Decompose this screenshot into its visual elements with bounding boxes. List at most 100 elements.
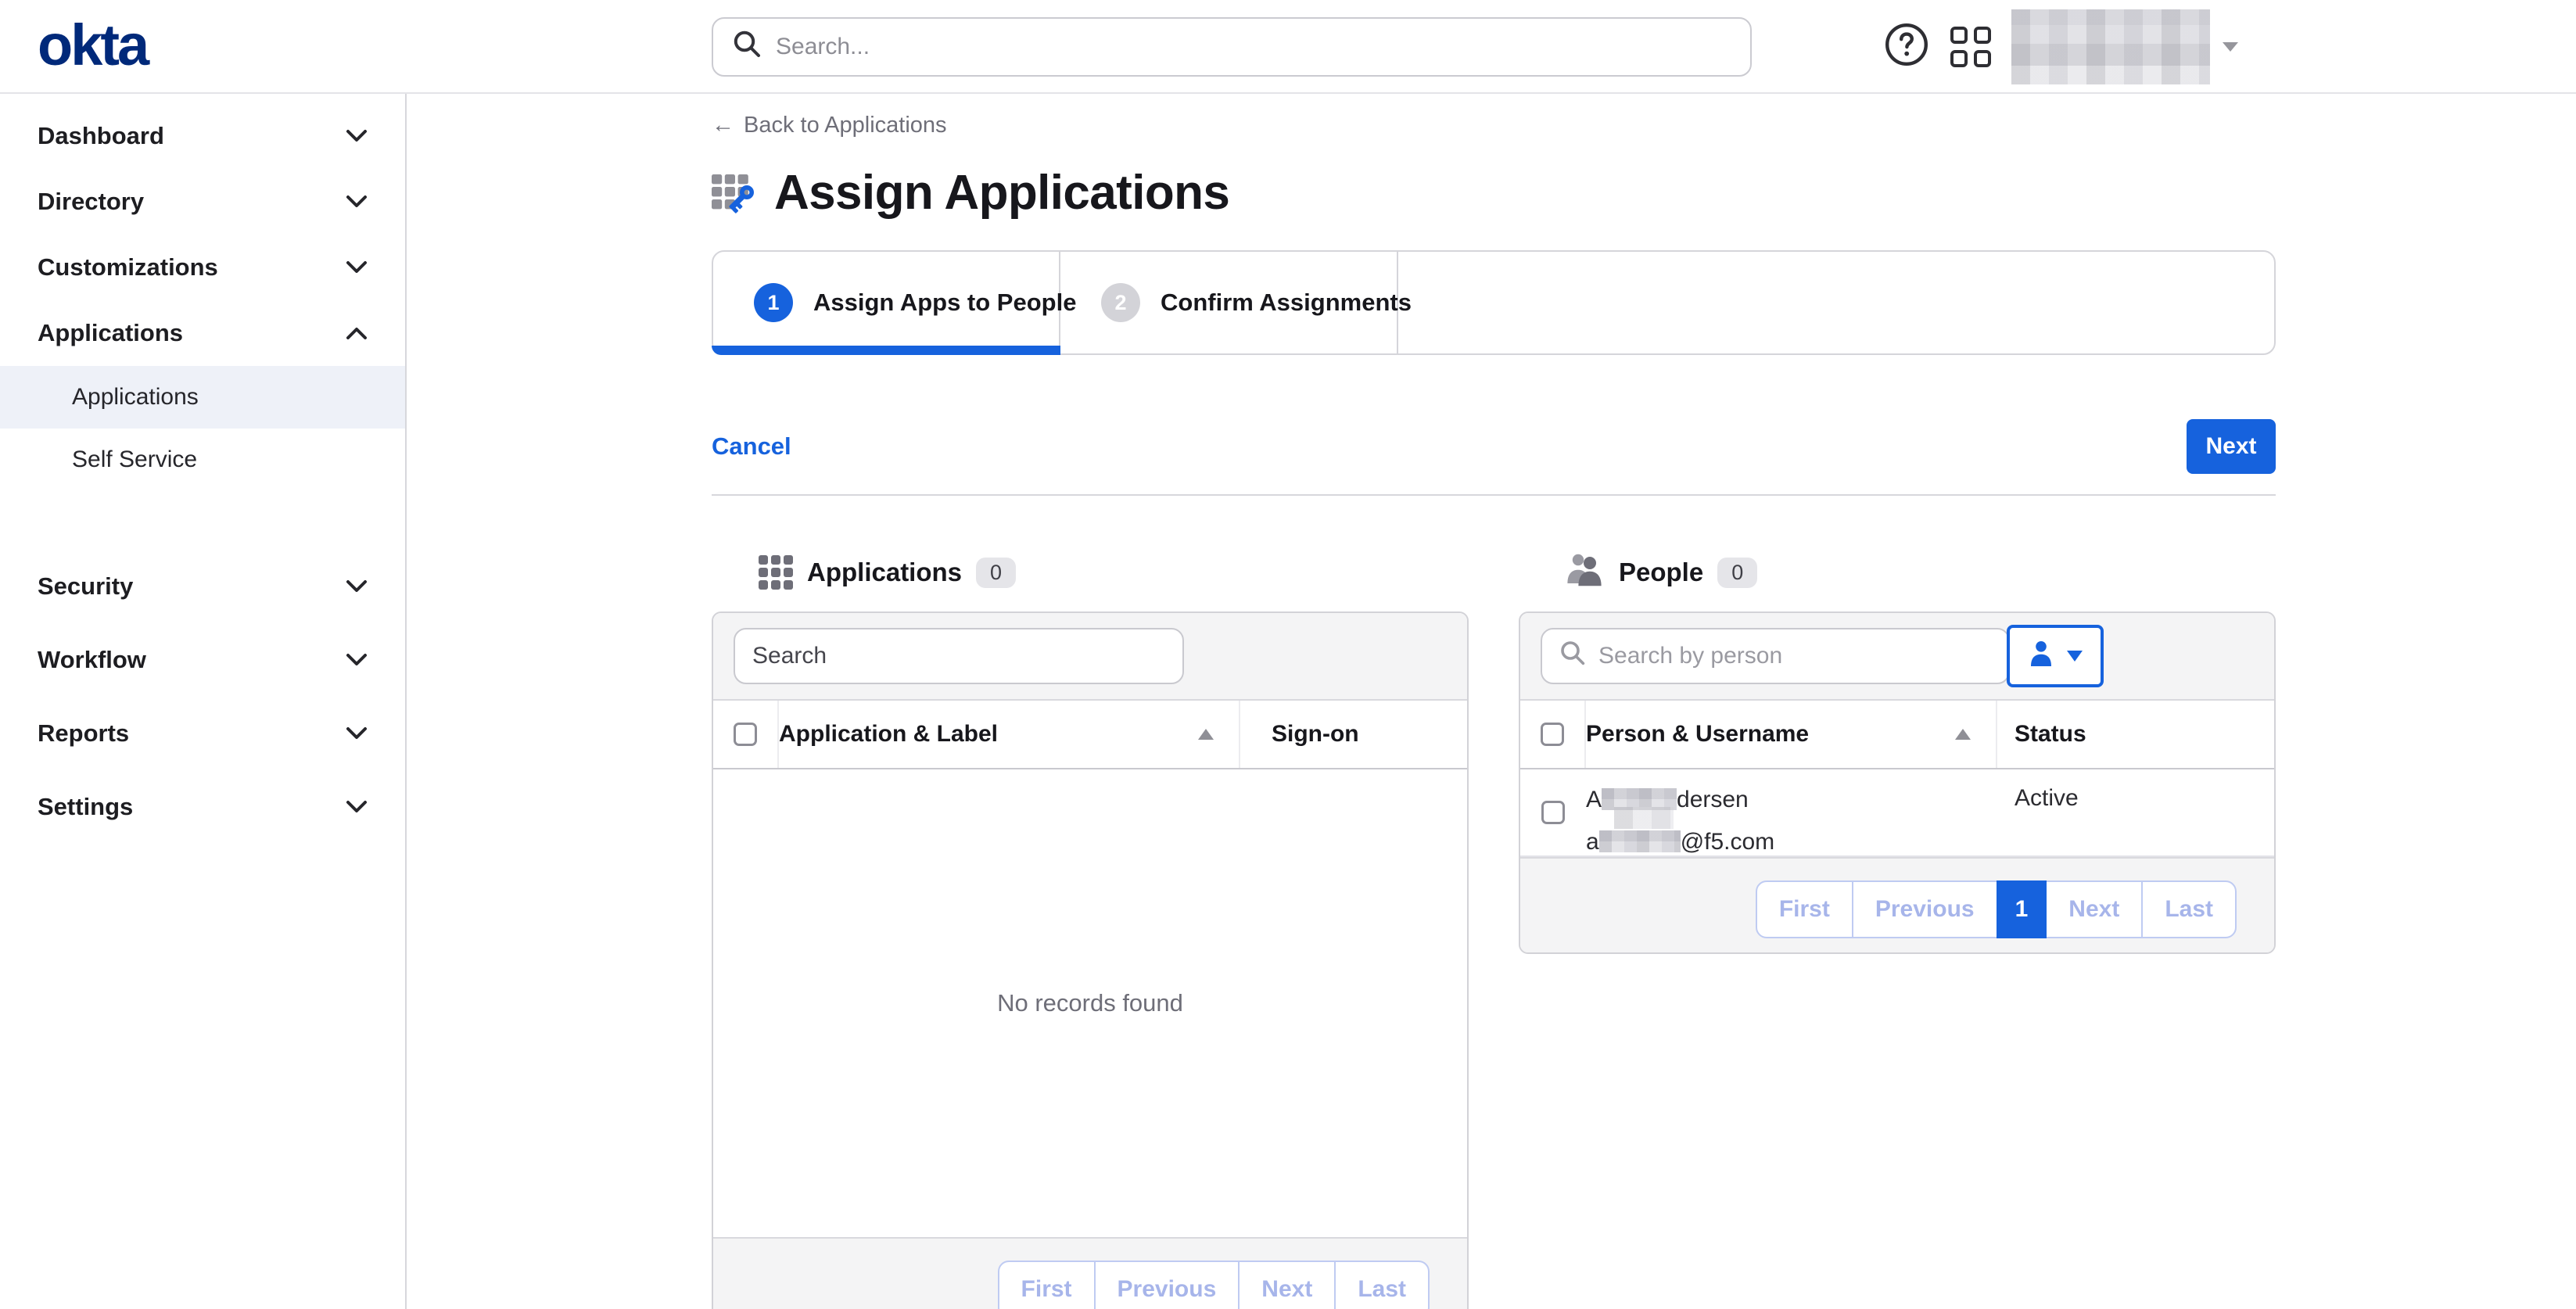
people-search (1541, 628, 2010, 684)
people-panel-header (1520, 613, 2274, 701)
page-title: Assign Applications (774, 165, 1229, 221)
sidebar-subitem-self-service[interactable]: Self Service (0, 429, 405, 491)
sidebar-item-label: Applications (38, 319, 183, 347)
pagination-previous-button[interactable]: Previous (1852, 880, 1998, 938)
pagination-last-button[interactable]: Last (1334, 1261, 1430, 1309)
user-menu-redacted-name[interactable] (2011, 9, 2210, 84)
people-pagination: First Previous 1 Next Last (1756, 880, 2237, 938)
column-sign-on: Sign-on (1240, 701, 1467, 768)
applications-search-input[interactable] (752, 643, 1165, 669)
sidebar-group-gap (0, 491, 405, 554)
app-switcher-button[interactable] (1947, 23, 1994, 70)
step-number-badge: 1 (754, 283, 793, 322)
sidebar-item-customizations[interactable]: Customizations (0, 235, 405, 300)
pagination-last-button[interactable]: Last (2141, 880, 2237, 938)
column-person-username[interactable]: Person & Username (1586, 701, 1997, 768)
search-icon (1559, 640, 1586, 672)
people-column: People 0 (1519, 554, 2276, 1309)
apps-grid-icon (1950, 27, 1991, 67)
applications-count-badge: 0 (976, 558, 1016, 588)
pagination-next-button[interactable]: Next (1238, 1261, 1336, 1309)
pagination-first-button[interactable]: First (1756, 880, 1853, 938)
step-number-badge: 2 (1101, 283, 1140, 322)
person-name-end: dersen (1677, 787, 1749, 812)
sidebar-item-label: Workflow (38, 646, 146, 674)
applications-search (734, 628, 1184, 684)
pagination-page-1-button[interactable]: 1 (1997, 880, 2047, 938)
sidebar-subitem-label: Applications (72, 384, 199, 411)
sidebar-item-label: Customizations (38, 253, 218, 282)
sidebar-item-reports[interactable]: Reports (0, 701, 405, 766)
chevron-down-icon (346, 195, 368, 209)
caret-down-icon (2067, 651, 2083, 662)
applications-table-body: No records found (713, 769, 1467, 1237)
person-username-start: a (1586, 829, 1599, 855)
column-status: Status (1997, 701, 2274, 768)
person-name-username: Adersen a@f5.com (1586, 769, 1997, 855)
people-filter-dropdown[interactable] (2007, 625, 2104, 687)
section-divider (712, 494, 2276, 496)
applications-column: Applications 0 (712, 554, 1469, 1309)
help-button[interactable] (1883, 23, 1930, 70)
chevron-down-icon (346, 129, 368, 143)
row-select-cell (1520, 769, 1586, 855)
global-search-input[interactable] (776, 34, 1731, 60)
user-menu-caret-icon[interactable] (2223, 42, 2238, 52)
chevron-down-icon (346, 726, 368, 741)
applications-heading-label: Applications (807, 558, 962, 587)
people-heading-label: People (1619, 558, 1703, 587)
applications-grid-icon (759, 555, 793, 590)
people-search-input[interactable] (1598, 643, 1991, 669)
okta-logo[interactable]: okta (38, 0, 147, 94)
assign-applications-icon (712, 168, 759, 218)
sidebar-item-applications[interactable]: Applications (0, 300, 405, 366)
applications-panel-footer: First Previous Next Last (713, 1237, 1467, 1309)
wizard-steps: 1 Assign Apps to People 2 Confirm Assign… (712, 250, 2276, 355)
people-panel: Person & Username Status (1519, 611, 2276, 954)
person-row[interactable]: Adersen a@f5.com Active (1520, 769, 2274, 857)
redacted-overlap-block (1614, 807, 1674, 829)
top-bar: okta (0, 0, 2576, 94)
select-all-cell (713, 701, 779, 768)
select-all-checkbox[interactable] (734, 723, 757, 746)
applications-pagination: First Previous Next Last (998, 1261, 1430, 1309)
chevron-down-icon (346, 260, 368, 274)
applications-heading: Applications 0 (759, 554, 1469, 591)
sidebar-subitem-applications[interactable]: Applications (0, 366, 405, 429)
column-application-label[interactable]: Application & Label (779, 701, 1240, 768)
people-panel-footer: First Previous 1 Next Last (1520, 857, 2274, 954)
chevron-down-icon (346, 653, 368, 667)
tab-confirm-assignments[interactable]: 2 Confirm Assignments (1060, 252, 1398, 353)
redacted-username-block (1599, 830, 1681, 852)
pagination-previous-button[interactable]: Previous (1094, 1261, 1240, 1309)
column-header-text: Status (2015, 721, 2086, 748)
person-icon (2028, 640, 2054, 673)
people-icon (1566, 552, 1605, 593)
chevron-up-icon (346, 326, 368, 340)
next-button[interactable]: Next (2187, 419, 2276, 474)
tab-assign-apps-to-people[interactable]: 1 Assign Apps to People (713, 252, 1060, 353)
sidebar-item-security[interactable]: Security (0, 554, 405, 619)
cancel-button[interactable]: Cancel (712, 432, 791, 461)
person-username-end: @f5.com (1681, 829, 1774, 855)
pagination-next-button[interactable]: Next (2045, 880, 2143, 938)
search-icon (732, 29, 762, 65)
sidebar-item-dashboard[interactable]: Dashboard (0, 103, 405, 169)
column-header-text: Person & Username (1586, 721, 1809, 748)
sidebar-item-workflow[interactable]: Workflow (0, 627, 405, 693)
people-table-header: Person & Username Status (1520, 701, 2274, 769)
question-circle-icon (1885, 23, 1928, 72)
sidebar-item-label: Dashboard (38, 122, 164, 150)
back-arrow-icon: ← (712, 113, 734, 138)
back-to-applications-link[interactable]: ← Back to Applications (712, 113, 947, 138)
sidebar-item-settings[interactable]: Settings (0, 774, 405, 840)
column-header-text: Application & Label (779, 721, 998, 748)
sidebar-item-label: Directory (38, 188, 144, 216)
people-heading: People 0 (1566, 554, 2276, 591)
step-label: Assign Apps to People (813, 289, 1076, 317)
select-all-checkbox[interactable] (1541, 723, 1564, 746)
row-checkbox[interactable] (1541, 801, 1565, 824)
back-link-label: Back to Applications (744, 113, 947, 138)
sidebar-item-directory[interactable]: Directory (0, 169, 405, 235)
pagination-first-button[interactable]: First (998, 1261, 1096, 1309)
